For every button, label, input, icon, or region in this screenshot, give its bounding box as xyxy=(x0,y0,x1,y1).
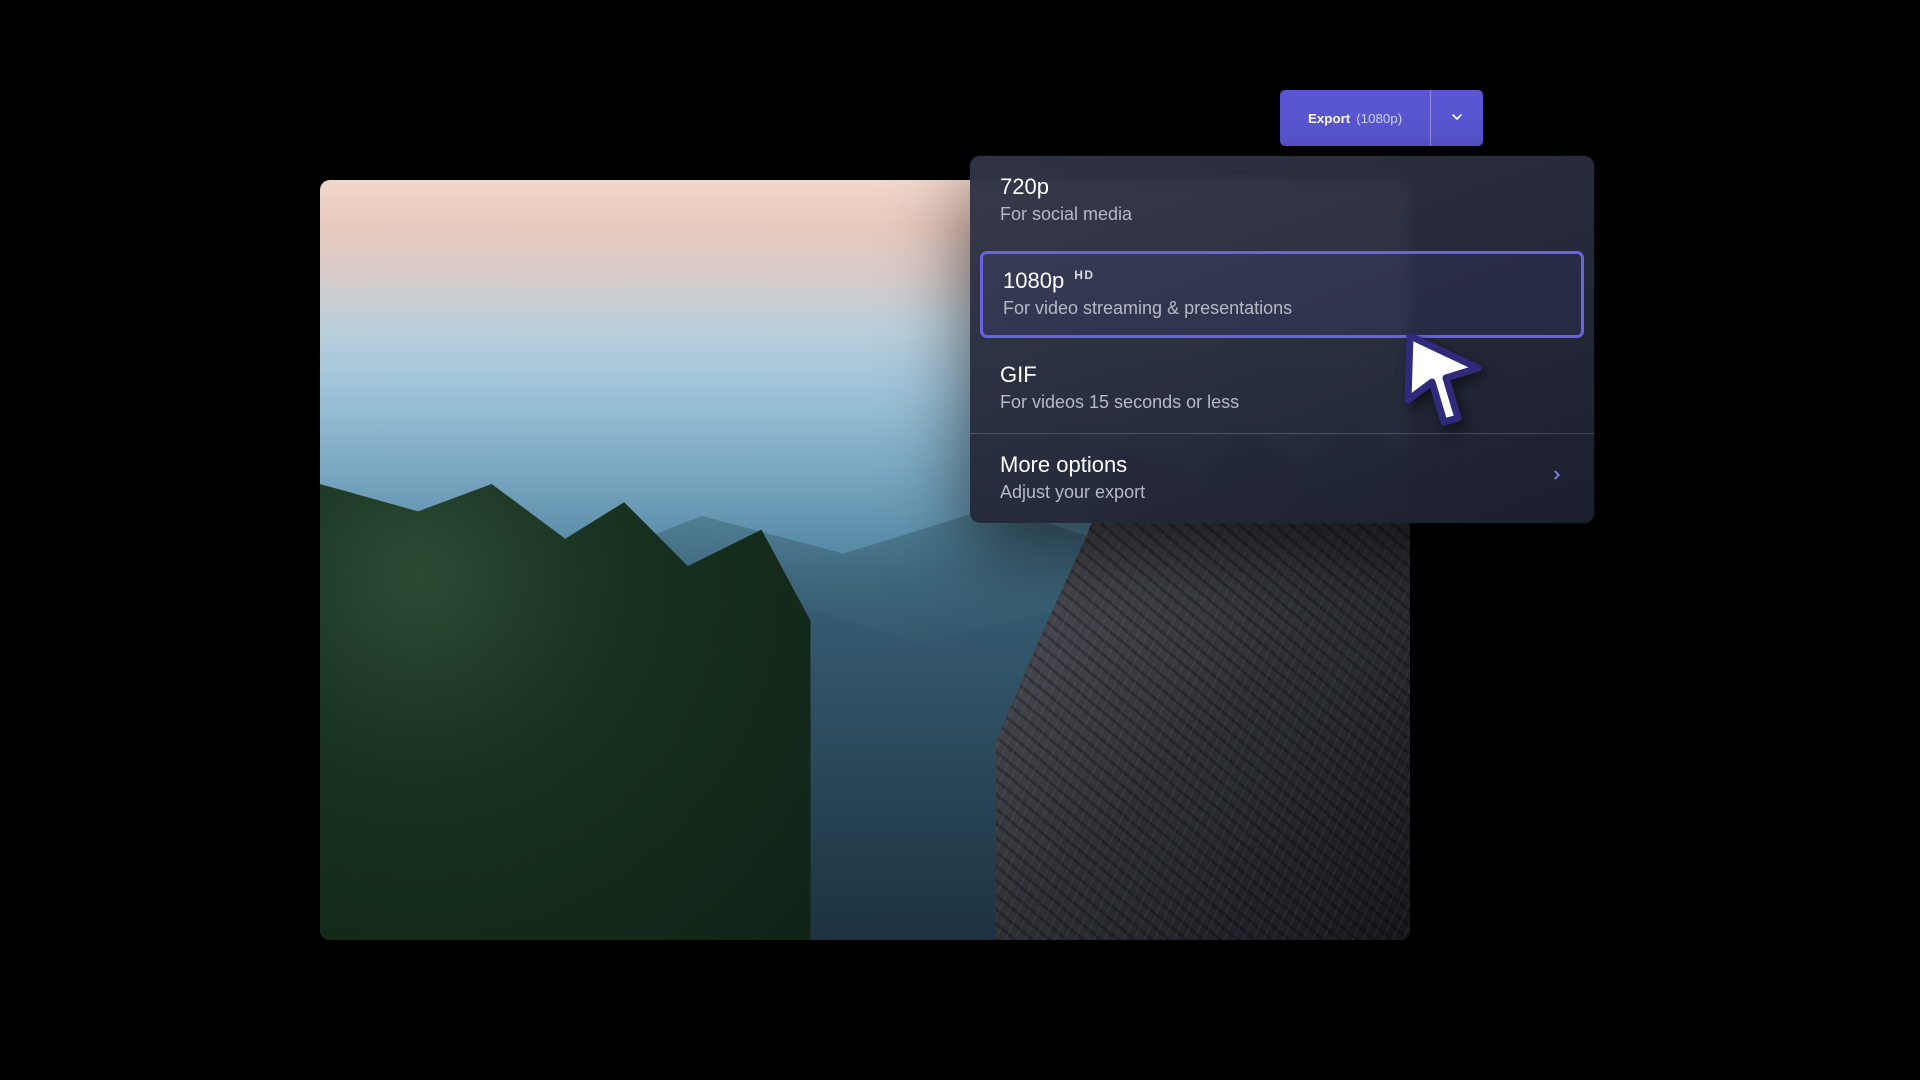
chevron-right-icon xyxy=(1550,468,1564,487)
export-dropdown: 720p For social media 1080p HD For video… xyxy=(970,156,1594,523)
export-option-720p[interactable]: 720p For social media xyxy=(970,156,1594,245)
preview-foliage-left xyxy=(320,484,811,940)
export-more-options[interactable]: More options Adjust your export xyxy=(970,434,1594,523)
export-dropdown-toggle[interactable] xyxy=(1431,90,1483,146)
export-option-1080p[interactable]: 1080p HD For video streaming & presentat… xyxy=(980,251,1584,338)
export-button-label: Export xyxy=(1308,111,1350,126)
export-button-resolution: (1080p) xyxy=(1356,111,1402,126)
more-options-subtitle: Adjust your export xyxy=(1000,482,1145,503)
export-option-subtitle: For video streaming & presentations xyxy=(1003,298,1561,319)
export-button[interactable]: Export (1080p) xyxy=(1280,90,1431,146)
export-option-subtitle: For social media xyxy=(1000,204,1564,225)
export-option-title: 1080p xyxy=(1003,268,1064,294)
export-option-gif[interactable]: GIF For videos 15 seconds or less xyxy=(970,344,1594,433)
more-options-title: More options xyxy=(1000,452,1127,478)
chevron-down-icon xyxy=(1449,109,1465,128)
export-option-title: GIF xyxy=(1000,362,1037,388)
export-option-subtitle: For videos 15 seconds or less xyxy=(1000,392,1564,413)
hd-badge: HD xyxy=(1074,268,1094,282)
export-option-title: 720p xyxy=(1000,174,1049,200)
export-split-button: Export (1080p) xyxy=(1280,90,1483,146)
